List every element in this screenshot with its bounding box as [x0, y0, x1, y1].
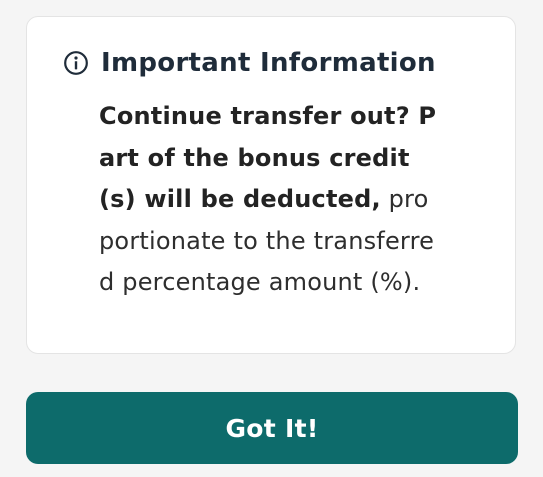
- info-circle-icon: [63, 50, 89, 76]
- important-info-card: Important Information Continue transfer …: [26, 16, 516, 354]
- info-header: Important Information: [63, 47, 436, 79]
- got-it-button[interactable]: Got It!: [26, 392, 518, 464]
- info-title: Important Information: [101, 48, 436, 78]
- info-message: Continue transfer out? Part of the bonus…: [99, 96, 441, 304]
